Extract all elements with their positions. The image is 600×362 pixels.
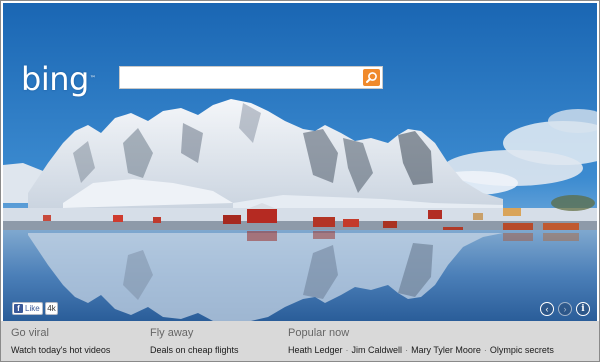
lofoten-landscape-image [3, 3, 597, 321]
browser-frame: bing™ f Like 4k ‹ › i Go viral Watch tod… [0, 0, 600, 362]
footer-column-go-viral: Go viral Watch today's hot videos [11, 327, 110, 356]
magnifier-icon [366, 72, 377, 83]
footer-bar: Go viral Watch today's hot videos Fly aw… [1, 321, 599, 361]
separator: · [345, 345, 349, 355]
popular-link-jim-caldwell[interactable]: Jim Caldwell [352, 345, 403, 355]
hot-videos-link[interactable]: Watch today's hot videos [11, 345, 110, 355]
popular-link-mary-tyler-moore[interactable]: Mary Tyler Moore [411, 345, 481, 355]
popular-links: Heath Ledger · Jim Caldwell · Mary Tyler Moo… [288, 344, 554, 356]
popular-link-heath-ledger[interactable]: Heath Ledger [288, 345, 343, 355]
info-icon: i [581, 304, 585, 314]
footer-heading: Go viral [11, 327, 49, 339]
footer-heading: Fly away [150, 327, 194, 339]
footer-link: Watch today's hot videos [11, 344, 110, 356]
search-button[interactable] [363, 69, 380, 86]
facebook-like-count: 4k [45, 302, 58, 315]
footer-column-fly-away: Fly away Deals on cheap flights [150, 327, 239, 356]
facebook-like-button[interactable]: f Like [12, 302, 43, 315]
footer-link: Deals on cheap flights [150, 344, 239, 356]
footer-column-popular-now: Popular now Heath Ledger · Jim Caldwell · Ma… [288, 327, 554, 356]
previous-image-button[interactable]: ‹ [540, 302, 554, 316]
background-image [3, 3, 597, 321]
next-image-button[interactable]: › [558, 302, 572, 316]
trademark-symbol: ™ [89, 75, 96, 82]
image-info-button[interactable]: i [576, 302, 590, 316]
chevron-right-icon: › [563, 304, 567, 314]
separator: · [483, 345, 487, 355]
cheap-flights-link[interactable]: Deals on cheap flights [150, 345, 239, 355]
chevron-left-icon: ‹ [545, 304, 549, 314]
separator: · [405, 345, 409, 355]
popular-link-olympic-secrets[interactable]: Olympic secrets [490, 345, 554, 355]
logo-text: bing [21, 60, 89, 98]
facebook-f-icon: f [14, 304, 23, 313]
search-box [119, 66, 383, 89]
bing-logo[interactable]: bing™ [21, 59, 96, 99]
footer-heading: Popular now [288, 327, 350, 339]
facebook-like-label: Like [25, 304, 40, 313]
search-input[interactable] [120, 67, 366, 88]
